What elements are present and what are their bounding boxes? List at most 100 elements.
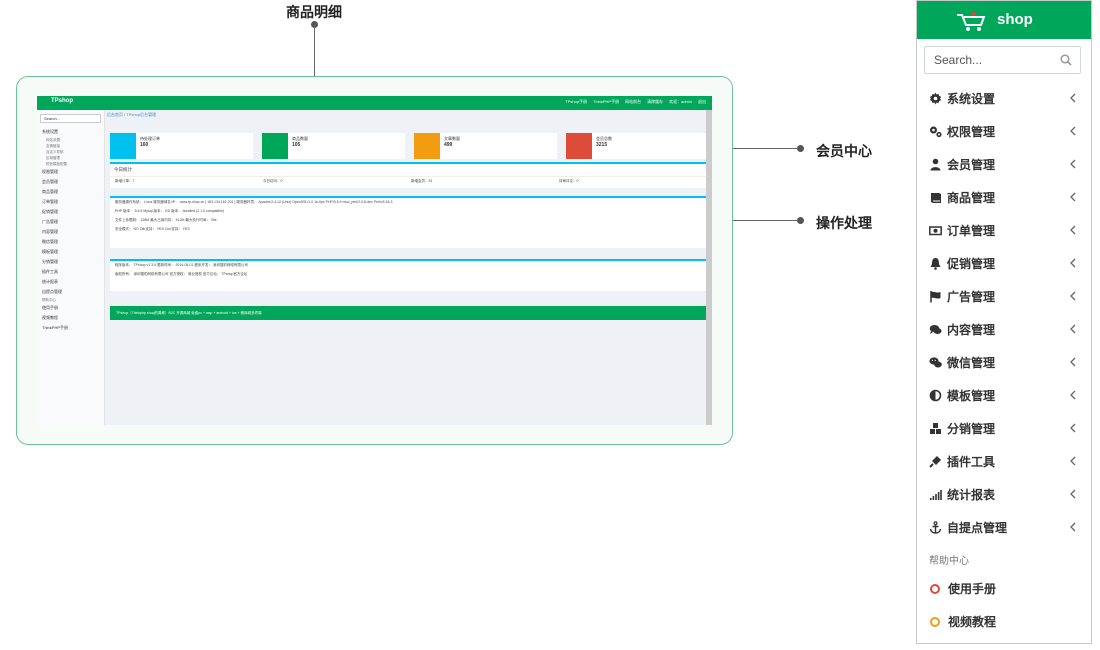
sidebar-item-label: 分销管理 — [947, 422, 996, 436]
search-icon[interactable] — [1060, 54, 1072, 66]
circle-icon — [930, 583, 940, 594]
preview-stat-icon — [414, 133, 440, 159]
search-input[interactable] — [925, 47, 1055, 73]
preview-side-item: 分销管理 — [42, 259, 58, 264]
preview-stat-icon — [262, 133, 288, 159]
preview-stat-card: 文章数量 499 — [414, 133, 557, 159]
sidebar-item-label: 微信管理 — [947, 356, 996, 370]
preview-today-cell: 今日访问：0 — [263, 179, 283, 183]
sidebar-item-10[interactable]: 分销管理 — [917, 412, 1091, 445]
sidebar-item-12[interactable]: 统计报表 — [917, 478, 1091, 511]
preview-sidebar: Search... 系统设置 网站设置 友情链接 自定义导航 区域管理 短信模板配置 权限管… — [37, 110, 105, 425]
chevron-left-icon — [1070, 357, 1076, 367]
sidebar-item-5[interactable]: 促销管理 — [917, 247, 1091, 280]
help-item-0[interactable]: 使用手册 — [917, 572, 1091, 605]
chevron-left-icon — [1070, 291, 1076, 301]
callout-member-center: 会员中心 — [816, 144, 872, 160]
preview-today-cell: 新增会员：51 — [411, 179, 433, 183]
chevron-left-icon — [1070, 126, 1076, 136]
preview-info-row: 文件上传限制： 128M 最大占用内存： 512M 最大执行时间： 30s — [115, 218, 217, 222]
plug-icon — [929, 456, 941, 468]
preview-stat-card: 待处理订单 160 — [110, 133, 253, 159]
signal-icon — [930, 490, 942, 500]
gear-icon — [929, 92, 942, 105]
gears-icon — [930, 126, 942, 138]
sidebar-item-8[interactable]: 微信管理 — [917, 346, 1091, 379]
bell-icon — [930, 258, 941, 270]
brand-name: shop — [997, 11, 1033, 28]
help-item-1[interactable]: 视频教程 — [917, 605, 1091, 638]
sidebar-item-0[interactable]: 系统设置 — [917, 82, 1091, 115]
preview-topbar: TPshop TPshop手册 ThinkPHP手册 网站前台 清除缓存 欢迎：admi… — [37, 96, 712, 110]
sidebar-item-2[interactable]: 会员管理 — [917, 148, 1091, 181]
sidebar-item-9[interactable]: 模板管理 — [917, 379, 1091, 412]
sidebar-item-label: 权限管理 — [947, 125, 996, 139]
preview-stat-value: 160 — [140, 142, 149, 148]
sidebar-item-label: 统计报表 — [947, 488, 996, 502]
sidebar-item-label: 插件工具 — [947, 455, 996, 469]
sidebar-item-7[interactable]: 内容管理 — [917, 313, 1091, 346]
sidebar-item-label: 订单管理 — [947, 224, 996, 238]
preview-stat-card: 会员总数 3215 — [566, 133, 709, 159]
sidebar-item-6[interactable]: 广告管理 — [917, 280, 1091, 313]
chevron-left-icon — [1070, 93, 1076, 103]
sidebar-item-1[interactable]: 权限管理 — [917, 115, 1091, 148]
help-item-label: 视频教程 — [948, 615, 997, 629]
circle-icon — [930, 616, 940, 627]
preview-top-link: ThinkPHP手册 — [593, 99, 620, 104]
preview-today-title: 今日统计 — [110, 164, 707, 177]
preview-stat-value: 499 — [444, 142, 453, 148]
preview-today-panel: 今日统计 新增订单：7 今日访问：0 新增会员：51 待审评论：0 — [110, 162, 707, 188]
preview-info-row: PHP 版本： 5.6.9 Mysql 版本： GD 版本： bundled (… — [115, 209, 225, 213]
sidebar-item-label: 商品管理 — [947, 191, 996, 205]
preview-top-link: 退出 — [698, 99, 706, 104]
preview-top-link: 网站前台 — [625, 99, 642, 104]
chevron-left-icon — [1070, 258, 1076, 268]
sidebar-item-13[interactable]: 自提点管理 — [917, 511, 1091, 544]
chevron-left-icon — [1070, 489, 1076, 499]
user-icon — [930, 158, 941, 171]
sidebar-item-3[interactable]: 商品管理 — [917, 181, 1091, 214]
preview-server-panel: 服务器操作系统： Linux 服务器域名/IP： www.tp-shop.cn … — [110, 196, 707, 248]
preview-top-links: TPshop手册 ThinkPHP手册 网站前台 清除缓存 欢迎：admin 退出 — [559, 99, 706, 105]
help-center-header: 帮助中心 — [929, 556, 969, 567]
sidebar-item-label: 模板管理 — [947, 389, 996, 403]
preview-help-item: 视频教程 — [42, 315, 58, 320]
preview-info-row: 服务器操作系统： Linux 服务器域名/IP： www.tp-shop.cn … — [115, 200, 393, 204]
cart-logo-icon — [957, 11, 986, 31]
preview-breadcrumb: 后台首页 / TPshop后台管理 — [107, 112, 157, 117]
preview-side-item: 自提点管理 — [42, 289, 62, 294]
money-icon — [929, 226, 942, 236]
chevron-left-icon — [1070, 225, 1076, 235]
sidebar-item-label: 系统设置 — [947, 92, 996, 106]
preview-side-item: 促销管理 — [42, 209, 58, 214]
preview-today-cell: 待审评论：0 — [559, 179, 579, 183]
chevron-left-icon — [1070, 324, 1076, 334]
preview-side-item: 模板管理 — [42, 249, 58, 254]
chevron-left-icon — [1070, 390, 1076, 400]
preview-info-panel: 程序版本： TPshop v1.3.5 更新时间： 2016-05-01 程序开… — [110, 259, 707, 291]
preview-side-item: 商品管理 — [42, 189, 58, 194]
chevron-left-icon — [1070, 192, 1076, 202]
preview-help-item: 使用手册 — [42, 305, 58, 310]
preview-side-item: 订单管理 — [42, 199, 58, 204]
sidebar: shop 系统设置权限管理会员管理商品管理订单管理促销管理广告管理内容管理微信管… — [916, 0, 1092, 644]
wechat-icon — [929, 357, 942, 368]
preview-top-link: 欢迎：admin — [669, 99, 692, 104]
chevron-left-icon — [1070, 423, 1076, 433]
sidebar-search — [924, 46, 1081, 74]
preview-side-item: 系统设置 — [42, 129, 58, 134]
preview-info-row: 安全模式： NO Zlib支持： YES Curl支持： YES — [115, 227, 190, 231]
preview-top-link: TPshop手册 — [565, 99, 588, 104]
sidebar-item-label: 内容管理 — [947, 323, 996, 337]
sidebar-item-11[interactable]: 插件工具 — [917, 445, 1091, 478]
preview-side-item: 插件工具 — [42, 269, 58, 274]
preview-info-row: 版权所有： 深圳搜豹网络有限公司 官方授权： 商业授权 官方论坛： TPshop… — [115, 272, 248, 276]
preview-scrollbar — [706, 110, 712, 425]
callout-product-detail: 商品明细 — [286, 5, 342, 21]
sidebar-item-label: 自提点管理 — [947, 521, 1008, 535]
sidebar-item-label: 广告管理 — [947, 290, 996, 304]
adjust-icon — [929, 389, 942, 402]
sidebar-item-4[interactable]: 订单管理 — [917, 214, 1091, 247]
preview-side-item: 微信管理 — [42, 239, 58, 244]
